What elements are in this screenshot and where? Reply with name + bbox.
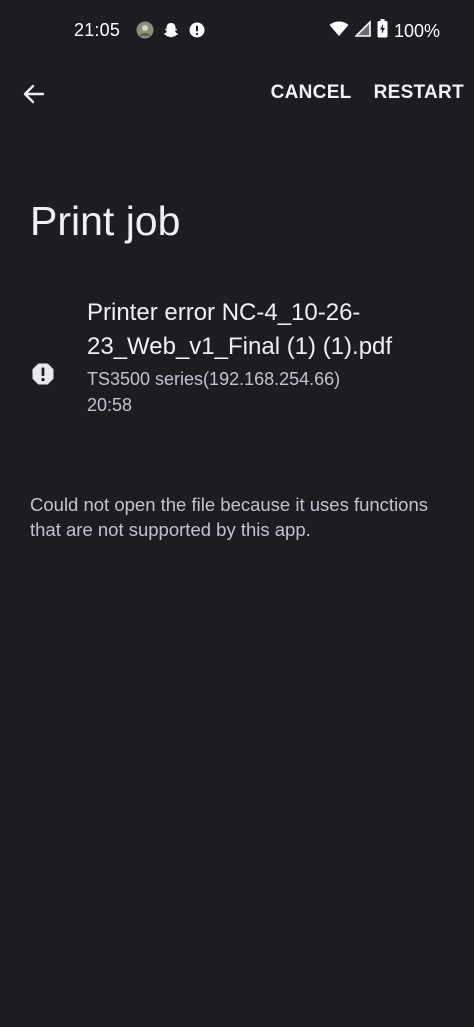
wifi-icon — [329, 20, 349, 43]
page-title: Print job — [30, 198, 181, 244]
job-file-name: Printer error NC-4_10-26-23_Web_v1_Final… — [87, 299, 393, 360]
battery-charging-icon — [377, 19, 388, 43]
toolbar-actions: CANCEL RESTART — [271, 82, 464, 104]
arrow-back-icon[interactable] — [20, 80, 48, 108]
snapchat-icon — [162, 21, 180, 39]
error-message: Could not open the file because it uses … — [30, 494, 429, 540]
job-printer-name: TS3500 series(192.168.254.66) — [87, 369, 341, 389]
alert-icon — [188, 21, 206, 39]
avatar-icon — [136, 21, 154, 39]
job-details: Printer error NC-4_10-26-23_Web_v1_Final… — [87, 296, 447, 418]
error-icon — [31, 362, 55, 386]
status-bar: 21:05 100% — [0, 0, 474, 62]
restart-button[interactable]: RESTART — [374, 82, 464, 104]
app-toolbar: CANCEL RESTART — [0, 70, 474, 118]
battery-percent: 100% — [393, 20, 440, 41]
cancel-button[interactable]: CANCEL — [271, 82, 352, 104]
system-status: 100% — [329, 19, 440, 43]
job-timestamp: 20:58 — [87, 395, 133, 415]
status-time: 21:05 — [74, 20, 121, 40]
notification-icons — [136, 21, 206, 39]
cellular-signal-icon — [354, 19, 371, 43]
